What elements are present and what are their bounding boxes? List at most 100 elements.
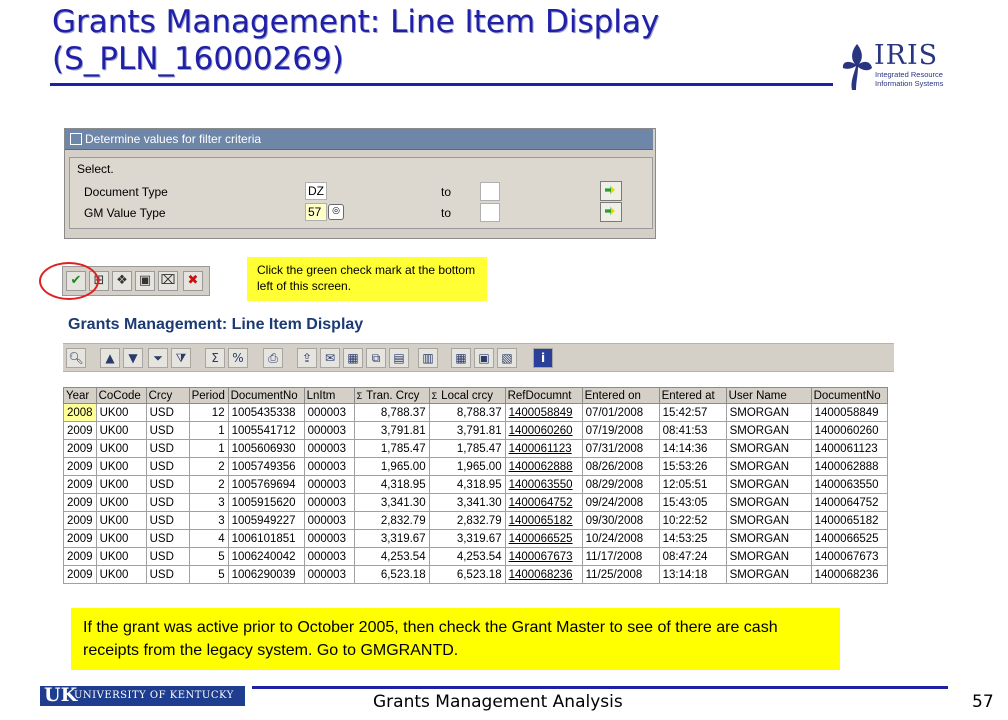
table-cell: 1,785.47 <box>428 439 506 458</box>
table-cell: 2,832.79 <box>428 511 506 530</box>
table-cell: SMORGAN <box>725 475 812 494</box>
info-icon[interactable]: i <box>533 348 553 368</box>
table-cell: 4,253.54 <box>428 547 506 566</box>
table-row[interactable]: 2009 UK00 USD 1 1005541712 000003 3,791.81 3,79… <box>63 421 888 440</box>
title-rule <box>50 83 833 86</box>
table-cell: USD <box>145 511 190 530</box>
gm-value-type-to-input[interactable] <box>480 203 500 222</box>
table-cell[interactable]: 1400061123 <box>504 439 583 458</box>
table-cell: 000003 <box>303 457 355 476</box>
table-row[interactable]: 2009 UK00 USD 5 1006240042 000003 4,253.54 4,25… <box>63 547 888 566</box>
sort-ascending-icon[interactable]: ▲ <box>100 348 120 368</box>
document-type-to-label: to <box>441 185 452 199</box>
graphic-icon[interactable]: ▥ <box>418 348 438 368</box>
column-header-entered-at[interactable]: Entered at <box>658 387 727 404</box>
sum-icon[interactable]: Σ <box>205 348 225 368</box>
table-cell[interactable]: 1400063550 <box>504 475 583 494</box>
save-layout-icon[interactable]: ▧ <box>497 348 517 368</box>
column-header-local-crcy[interactable]: Σ Local crcy <box>428 387 506 404</box>
mail-icon[interactable]: ✉ <box>320 348 340 368</box>
table-cell[interactable]: 1400060260 <box>504 421 583 440</box>
table-cell[interactable]: 1400068236 <box>504 565 583 584</box>
document-type-label: Document Type <box>84 185 168 199</box>
table-cell: 1006290039 <box>227 565 305 584</box>
table-cell: 2008 <box>63 403 97 422</box>
filter-icon[interactable]: ⏷ <box>148 348 168 368</box>
column-header-user-name[interactable]: User Name <box>725 387 812 404</box>
table-row[interactable]: 2009 UK00 USD 2 1005769694 000003 4,318.95 4,31… <box>63 475 888 494</box>
table-cell: 000003 <box>303 565 355 584</box>
table-cell: 000003 <box>303 529 355 548</box>
table-cell[interactable]: 1400062888 <box>504 457 583 476</box>
table-row[interactable]: 2009 UK00 USD 3 1005949227 000003 2,832.79 2,83… <box>63 511 888 530</box>
table-cell: USD <box>145 547 190 566</box>
gm-value-type-multiple-selection-button[interactable] <box>600 202 622 222</box>
set-filter-icon[interactable]: ⧩ <box>171 348 191 368</box>
column-header-year[interactable]: Year <box>63 387 97 404</box>
table-cell[interactable]: 1400065182 <box>504 511 583 530</box>
filter-dialog: Determine values for filter criteria Sel… <box>64 128 656 239</box>
document-type-multiple-selection-button[interactable] <box>600 181 622 201</box>
current-layout-icon[interactable]: ▣ <box>474 348 494 368</box>
page-number: 57 <box>972 692 994 712</box>
table-cell: 4 <box>188 529 229 548</box>
column-header-refdocumnt[interactable]: RefDocumnt <box>504 387 583 404</box>
export-icon[interactable]: ⇪ <box>297 348 317 368</box>
table-cell: 6,523.18 <box>353 565 430 584</box>
select-layout-icon[interactable]: ▦ <box>451 348 471 368</box>
gm-value-type-input[interactable]: 57 <box>305 203 327 221</box>
table-cell: SMORGAN <box>725 421 812 440</box>
gm-value-type-to-label: to <box>441 206 452 220</box>
details-icon[interactable]: 🔍︎ <box>66 348 86 368</box>
column-header-documentno[interactable]: DocumentNo <box>227 387 305 404</box>
table-row[interactable]: 2009 UK00 USD 3 1005915620 000003 3,341.30 3,34… <box>63 493 888 512</box>
column-header-tran-crcy[interactable]: Σ Tran. Crcy <box>353 387 430 404</box>
column-header-crcy[interactable]: Crcy <box>145 387 190 404</box>
column-header-entered-on[interactable]: Entered on <box>581 387 660 404</box>
table-cell: 10:22:52 <box>658 511 727 530</box>
table-cell[interactable]: 1400058849 <box>504 403 583 422</box>
table-cell: 4,318.95 <box>353 475 430 494</box>
cancel-icon[interactable]: ✖ <box>183 271 203 291</box>
table-cell: 08:47:24 <box>658 547 727 566</box>
table-cell: 15:53:26 <box>658 457 727 476</box>
table-cell: 6,523.18 <box>428 565 506 584</box>
table-row[interactable]: 2009 UK00 USD 2 1005749356 000003 1,965.00 1,96… <box>63 457 888 476</box>
table-row[interactable]: 2008 UK00 USD 12 1005435338 000003 8,788.37 8,7… <box>63 403 888 422</box>
table-cell: 12:05:51 <box>658 475 727 494</box>
print-preview-icon[interactable]: ⎙ <box>263 348 283 368</box>
column-header-lnitm[interactable]: LnItm <box>303 387 355 404</box>
table-row[interactable]: 2009 UK00 USD 5 1006290039 000003 6,523.18 6,52… <box>63 565 888 584</box>
copy-icon[interactable]: ⧉ <box>366 348 386 368</box>
column-header-cocode[interactable]: CoCode <box>95 387 147 404</box>
table-cell: 1400068236 <box>810 565 888 584</box>
table-cell: SMORGAN <box>725 565 812 584</box>
table-cell[interactable]: 1400066525 <box>504 529 583 548</box>
table-cell: 000003 <box>303 403 355 422</box>
sum-icon: Σ <box>431 390 438 401</box>
delete-icon[interactable]: ⌧ <box>158 271 178 291</box>
table-row[interactable]: 2009 UK00 USD 4 1006101851 000003 3,319.67 3,31… <box>63 529 888 548</box>
search-help-icon[interactable]: ◎ <box>328 204 344 220</box>
variant-icon[interactable]: ❖ <box>112 271 132 291</box>
table-cell: 1,965.00 <box>353 457 430 476</box>
table-row[interactable]: 2009 UK00 USD 1 1005606930 000003 1,785.47 1,78… <box>63 439 888 458</box>
sort-descending-icon[interactable]: ▼ <box>123 348 143 368</box>
save-icon[interactable]: ▣ <box>135 271 155 291</box>
uk-logo-text: UNIVERSITY OF KENTUCKY <box>74 690 234 701</box>
table-cell: 1400064752 <box>810 493 888 512</box>
spreadsheet-icon[interactable]: ▤ <box>389 348 409 368</box>
table-cell[interactable]: 1400064752 <box>504 493 583 512</box>
subtotal-icon[interactable]: % <box>228 348 248 368</box>
callout-grant-master: If the grant was active prior to October… <box>71 608 840 670</box>
document-type-to-input[interactable] <box>480 182 500 201</box>
document-type-input[interactable]: DZ <box>305 182 327 200</box>
table-cell: 08/29/2008 <box>581 475 660 494</box>
table-cell: 000003 <box>303 547 355 566</box>
change-layout-icon[interactable]: ▦ <box>343 348 363 368</box>
column-header-documentno-2[interactable]: DocumentNo <box>810 387 888 404</box>
callout-grant-master-text: If the grant was active prior to October… <box>83 619 778 659</box>
column-header-period[interactable]: Period <box>188 387 229 404</box>
table-cell: 1400066525 <box>810 529 888 548</box>
table-cell[interactable]: 1400067673 <box>504 547 583 566</box>
